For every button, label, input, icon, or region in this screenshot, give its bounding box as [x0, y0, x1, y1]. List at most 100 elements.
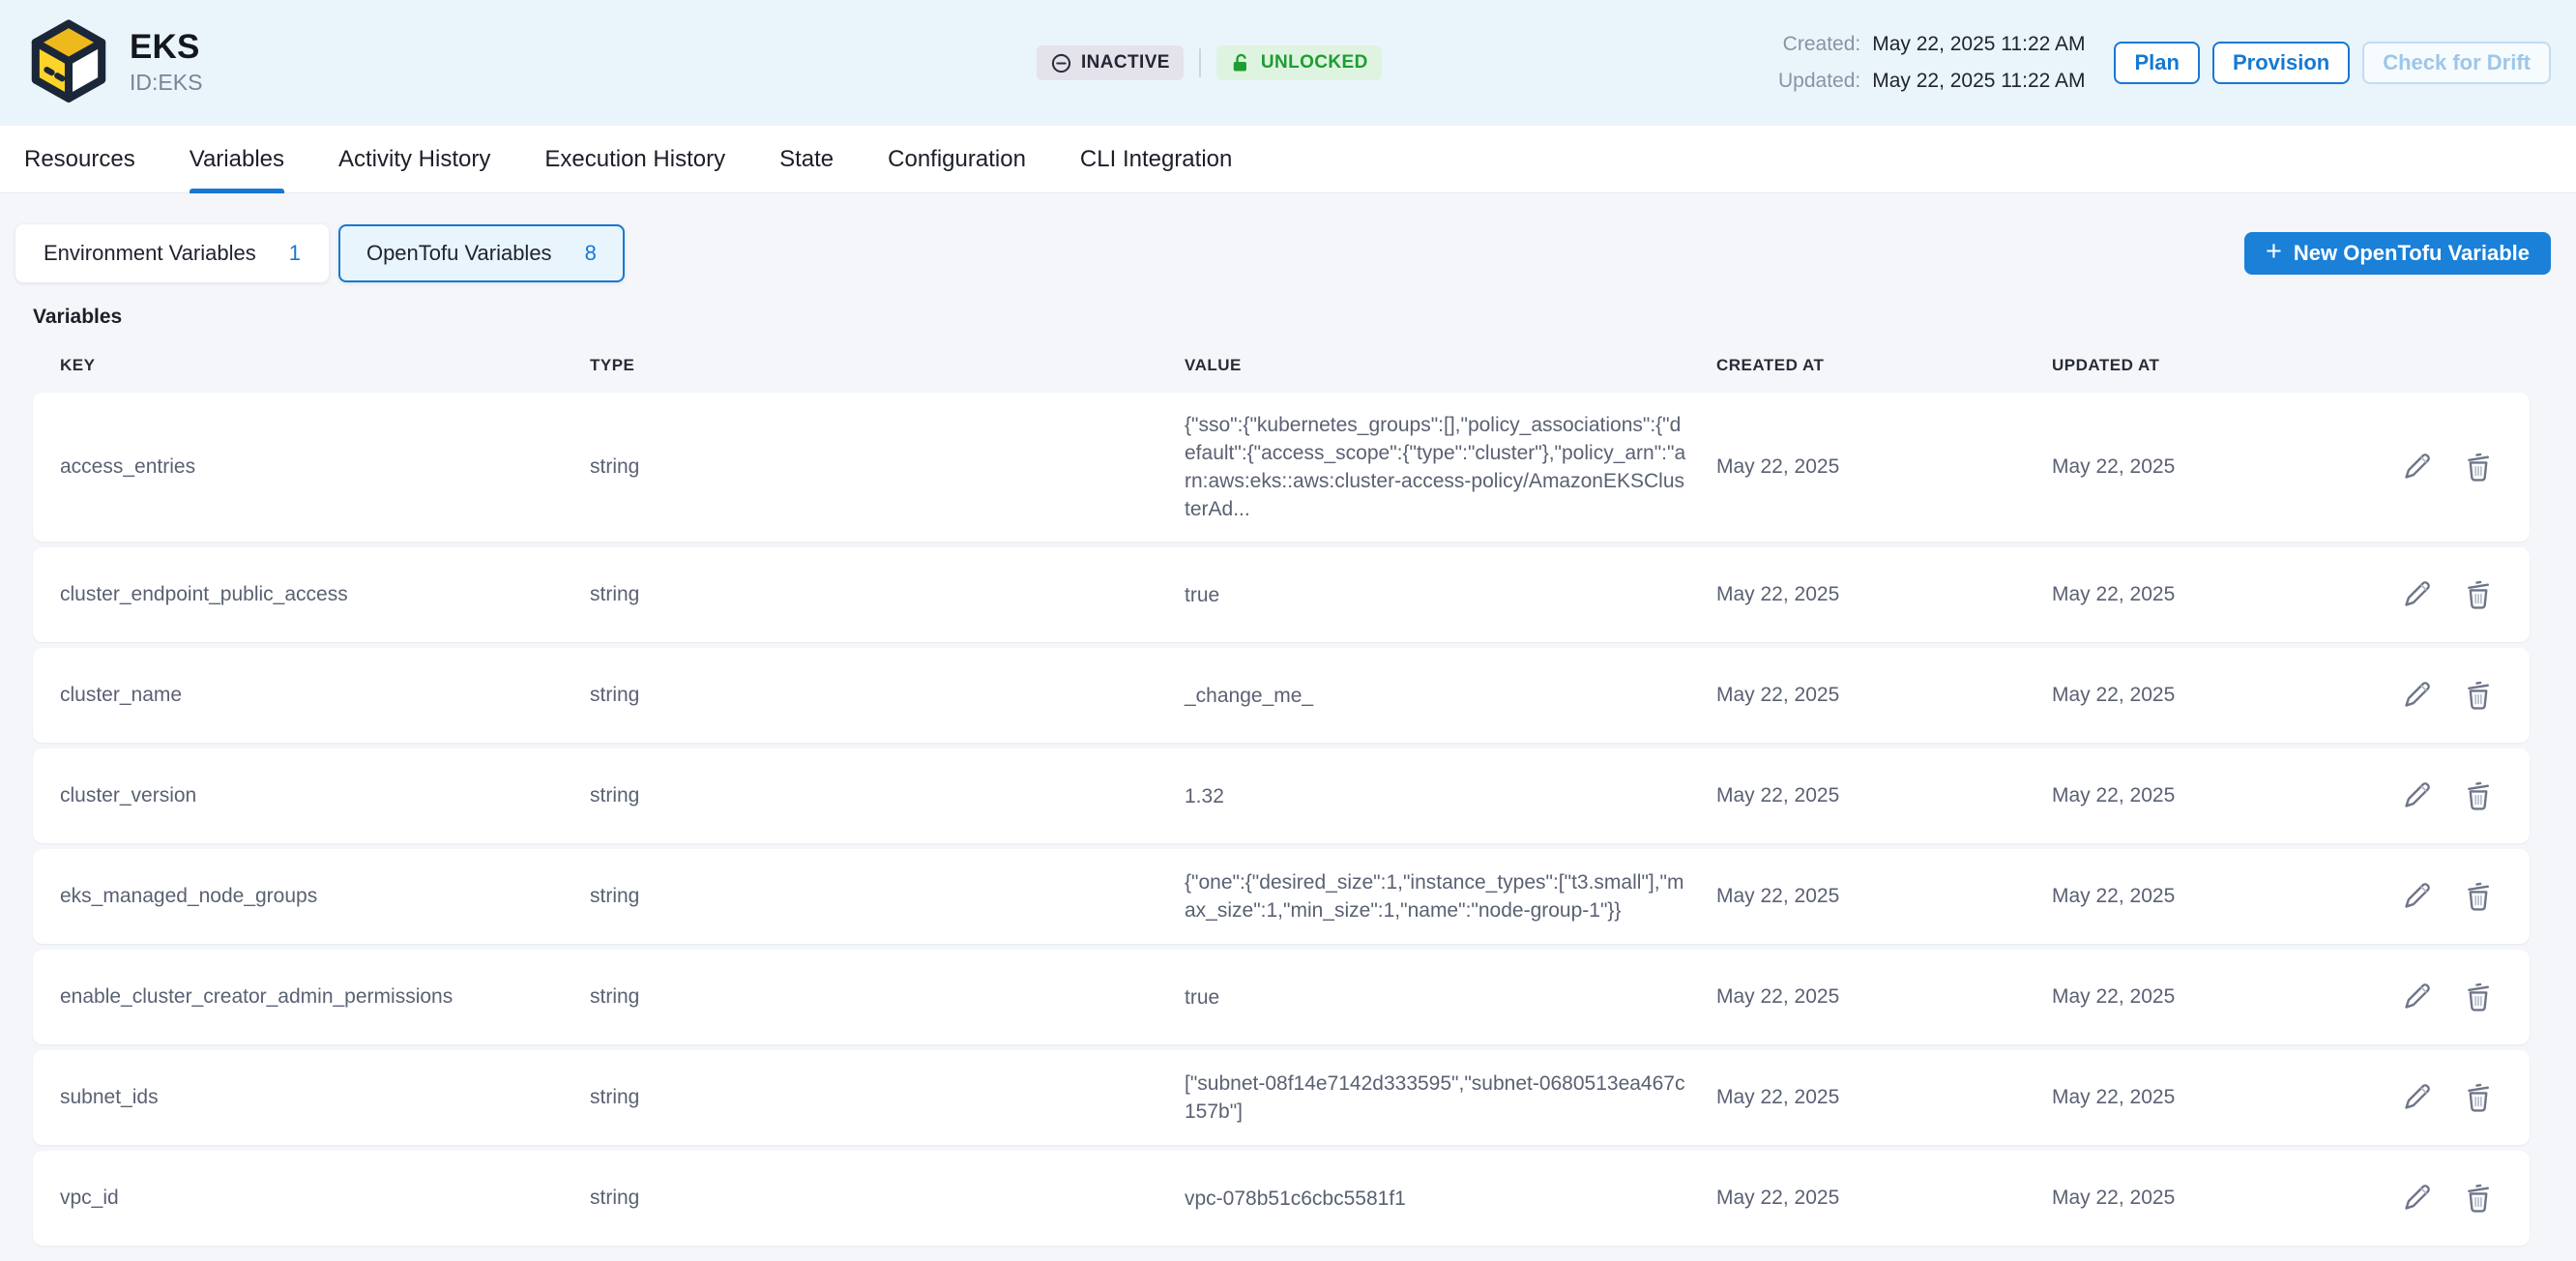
variable-created-at: May 22, 2025 — [1716, 1086, 2052, 1109]
header-right: Created: May 22, 2025 11:22 AM Updated: … — [1778, 33, 2551, 93]
minus-circle-icon — [1050, 52, 1072, 74]
variables-section-label: Variables — [33, 306, 2576, 329]
edit-variable-button[interactable] — [2400, 1081, 2433, 1114]
variable-updated-at: May 22, 2025 — [2052, 1086, 2340, 1109]
created-updated-meta: Created: May 22, 2025 11:22 AM Updated: … — [1778, 33, 2086, 93]
workspace-page: EKS ID:EKS INACTIVE UNLOCKED — [0, 0, 2576, 1261]
badge-divider — [1199, 48, 1201, 77]
variable-created-at: May 22, 2025 — [1716, 583, 2052, 606]
variable-key: subnet_ids — [60, 1086, 590, 1109]
environment-header: EKS ID:EKS INACTIVE UNLOCKED — [0, 0, 2576, 126]
delete-variable-button[interactable] — [2462, 679, 2495, 712]
table-row: eks_managed_node_groupsstring{"one":{"de… — [33, 849, 2530, 944]
opentofu-variables-count: 8 — [585, 241, 597, 266]
variable-updated-at: May 22, 2025 — [2052, 885, 2340, 908]
variable-key: enable_cluster_creator_admin_permissions — [60, 985, 590, 1009]
tab-variables[interactable]: Variables — [190, 126, 284, 192]
edit-variable-button[interactable] — [2400, 880, 2433, 913]
tab-opentofu-variables[interactable]: OpenTofu Variables 8 — [338, 224, 625, 282]
table-row: cluster_endpoint_public_accessstringtrue… — [33, 547, 2530, 642]
plus-icon: + — [2266, 238, 2282, 266]
delete-variable-button[interactable] — [2462, 1081, 2495, 1114]
variable-key: eks_managed_node_groups — [60, 885, 590, 908]
tab-cli-integration[interactable]: CLI Integration — [1080, 126, 1232, 192]
pencil-icon — [2400, 981, 2433, 1013]
new-opentofu-variable-button[interactable]: + New OpenTofu Variable — [2244, 232, 2551, 275]
trash-icon — [2462, 451, 2495, 484]
edit-variable-button[interactable] — [2400, 679, 2433, 712]
column-header-updated-at: UPDATED AT — [2052, 356, 2340, 375]
pencil-icon — [2400, 1182, 2433, 1215]
variable-type-tabs: Environment Variables 1 OpenTofu Variabl… — [0, 224, 2576, 282]
variable-created-at: May 22, 2025 — [1716, 885, 2052, 908]
page-tabs: Resources Variables Activity History Execut… — [0, 126, 2576, 193]
row-actions — [2340, 1081, 2495, 1114]
created-label: Created: — [1778, 33, 1860, 56]
table-row: vpc_idstringvpc-078b51c6cbc5581f1May 22,… — [33, 1151, 2530, 1246]
column-header-value: VALUE — [1185, 356, 1716, 375]
delete-variable-button[interactable] — [2462, 779, 2495, 812]
variable-key: cluster_name — [60, 684, 590, 707]
tab-state[interactable]: State — [779, 126, 834, 192]
delete-variable-button[interactable] — [2462, 1182, 2495, 1215]
trash-icon — [2462, 578, 2495, 611]
edit-variable-button[interactable] — [2400, 1182, 2433, 1215]
unlock-icon — [1230, 52, 1252, 74]
pencil-icon — [2400, 779, 2433, 812]
header-left: EKS ID:EKS — [25, 19, 202, 106]
lock-badge-label: UNLOCKED — [1261, 52, 1368, 73]
column-header-created-at: CREATED AT — [1716, 356, 2052, 375]
tab-resources[interactable]: Resources — [24, 126, 135, 192]
edit-variable-button[interactable] — [2400, 779, 2433, 812]
edit-variable-button[interactable] — [2400, 578, 2433, 611]
variable-type: string — [590, 684, 1185, 707]
trash-icon — [2462, 1182, 2495, 1215]
row-actions — [2340, 981, 2495, 1013]
check-for-drift-button[interactable]: Check for Drift — [2362, 42, 2551, 84]
tab-activity-history[interactable]: Activity History — [338, 126, 490, 192]
table-row: cluster_versionstring1.32May 22, 2025May… — [33, 748, 2530, 843]
row-actions — [2340, 451, 2495, 484]
terrakube-cube-logo — [25, 19, 112, 106]
environment-variables-count: 1 — [289, 241, 301, 266]
pencil-icon — [2400, 880, 2433, 913]
pencil-icon — [2400, 451, 2433, 484]
plan-button[interactable]: Plan — [2114, 42, 2199, 84]
provision-button[interactable]: Provision — [2212, 42, 2350, 84]
variable-created-at: May 22, 2025 — [1716, 1187, 2052, 1210]
title-block: EKS ID:EKS — [130, 30, 202, 97]
column-header-type: TYPE — [590, 356, 1185, 375]
variable-type: string — [590, 784, 1185, 807]
variable-type: string — [590, 583, 1185, 606]
tab-environment-variables[interactable]: Environment Variables 1 — [15, 224, 329, 282]
variable-value: vpc-078b51c6cbc5581f1 — [1185, 1185, 1716, 1213]
row-actions — [2340, 679, 2495, 712]
variable-type: string — [590, 985, 1185, 1009]
delete-variable-button[interactable] — [2462, 981, 2495, 1013]
created-value: May 22, 2025 11:22 AM — [1872, 33, 2085, 56]
row-actions — [2340, 1182, 2495, 1215]
variables-table-body: access_entriesstring{"sso":{"kubernetes_… — [33, 393, 2530, 1246]
variables-content: Environment Variables 1 OpenTofu Variabl… — [0, 193, 2576, 1261]
tab-configuration[interactable]: Configuration — [888, 126, 1026, 192]
trash-icon — [2462, 1081, 2495, 1114]
header-actions: Plan Provision Check for Drift — [2114, 42, 2551, 84]
trash-icon — [2462, 779, 2495, 812]
trash-icon — [2462, 679, 2495, 712]
variable-value: true — [1185, 581, 1716, 609]
variable-updated-at: May 22, 2025 — [2052, 684, 2340, 707]
status-badge-label: INACTIVE — [1081, 52, 1170, 73]
row-actions — [2340, 779, 2495, 812]
delete-variable-button[interactable] — [2462, 578, 2495, 611]
variable-type: string — [590, 1086, 1185, 1109]
tab-execution-history[interactable]: Execution History — [544, 126, 725, 192]
table-row: enable_cluster_creator_admin_permissions… — [33, 950, 2530, 1044]
variable-value: {"one":{"desired_size":1,"instance_types… — [1185, 868, 1716, 924]
edit-variable-button[interactable] — [2400, 451, 2433, 484]
variable-created-at: May 22, 2025 — [1716, 985, 2052, 1009]
delete-variable-button[interactable] — [2462, 880, 2495, 913]
pencil-icon — [2400, 578, 2433, 611]
edit-variable-button[interactable] — [2400, 981, 2433, 1013]
delete-variable-button[interactable] — [2462, 451, 2495, 484]
variable-type: string — [590, 885, 1185, 908]
